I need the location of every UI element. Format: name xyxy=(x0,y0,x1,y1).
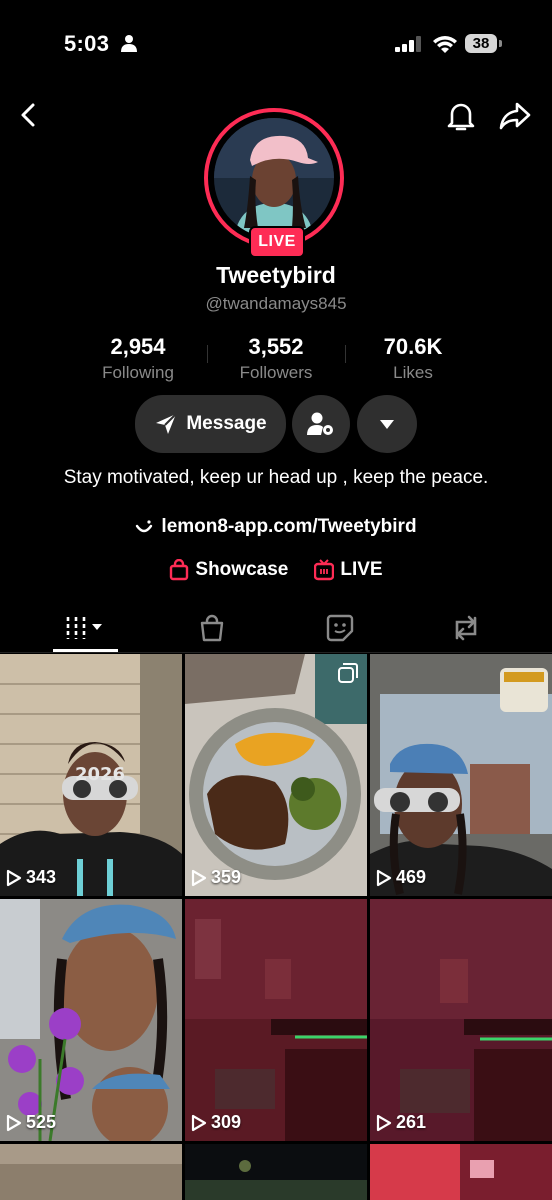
person-gear-icon xyxy=(307,412,333,435)
stat-label: Following xyxy=(102,363,174,382)
tab-shop[interactable] xyxy=(143,606,281,650)
video-tile[interactable]: 469 xyxy=(370,654,552,896)
tab-reposts[interactable] xyxy=(397,606,535,650)
multi-photo-icon xyxy=(338,663,358,683)
tab-videos[interactable] xyxy=(17,606,155,650)
view-count-text: 309 xyxy=(211,1112,242,1132)
stat-label: Followers xyxy=(239,363,313,382)
view-count: 469 xyxy=(376,867,426,888)
stat-value: 3,552 xyxy=(248,334,304,359)
video-tile[interactable]: 359 xyxy=(185,654,367,896)
stat-likes[interactable]: 70.6K Likes xyxy=(343,334,483,383)
video-tile[interactable]: 2026 343 xyxy=(0,654,182,896)
share-arrow-icon xyxy=(499,102,531,130)
repost-icon xyxy=(455,615,477,641)
video-tile[interactable] xyxy=(0,1144,182,1200)
showcase-chip[interactable]: Showcase xyxy=(169,559,288,581)
video-tile[interactable]: 525 xyxy=(0,899,182,1141)
live-badge[interactable]: LIVE xyxy=(249,226,305,258)
view-count-text: 525 xyxy=(26,1112,57,1132)
share-button[interactable] xyxy=(498,99,532,133)
more-options-button[interactable] xyxy=(357,395,417,453)
message-label: Message xyxy=(186,413,267,434)
status-time: 5:03 xyxy=(64,31,110,56)
bio-text: Stay motivated, keep ur head up , keep t… xyxy=(63,467,489,488)
friend-settings-button[interactable] xyxy=(292,395,350,453)
play-icon xyxy=(6,1114,22,1131)
display-name: Tweetybird xyxy=(216,262,336,288)
message-button[interactable]: Message xyxy=(135,395,286,453)
view-count-text: 261 xyxy=(396,1112,427,1132)
video-tile[interactable]: 309 xyxy=(185,899,367,1141)
view-count: 309 xyxy=(191,1112,241,1133)
avatar[interactable] xyxy=(214,118,334,238)
person-icon xyxy=(121,35,137,52)
shopping-bag-icon xyxy=(200,614,224,642)
view-count: 261 xyxy=(376,1112,426,1133)
profile-link[interactable]: lemon8-app.com/Tweetybird xyxy=(0,516,552,538)
play-icon xyxy=(376,1114,392,1131)
video-tile[interactable] xyxy=(185,1144,367,1200)
profile-link-text: lemon8-app.com/Tweetybird xyxy=(161,516,417,537)
bell-icon xyxy=(447,103,475,131)
stat-followers[interactable]: 3,552 Followers xyxy=(206,334,346,383)
stat-label: Likes xyxy=(393,363,433,382)
view-count-text: 343 xyxy=(26,867,57,887)
chevron-left-icon xyxy=(21,103,35,127)
shopping-bag-icon xyxy=(170,559,189,581)
send-icon xyxy=(156,413,178,434)
view-count: 359 xyxy=(191,867,241,888)
play-icon xyxy=(376,869,392,886)
videos-grid-icon xyxy=(66,617,102,639)
play-icon xyxy=(6,869,22,886)
tab-favorites[interactable] xyxy=(271,606,409,650)
notifications-button[interactable] xyxy=(444,99,478,133)
live-label: LIVE xyxy=(340,559,383,580)
smile-link-icon xyxy=(136,520,153,533)
view-count: 525 xyxy=(6,1112,56,1133)
play-icon xyxy=(191,869,207,886)
video-tile[interactable]: 261 xyxy=(370,899,552,1141)
battery-level: 38 xyxy=(465,34,497,53)
username: @twandamays845 xyxy=(205,294,347,313)
profile-chips: Showcase LIVE xyxy=(0,559,552,581)
caret-down-icon xyxy=(380,419,394,429)
live-chip[interactable]: LIVE xyxy=(314,559,383,581)
view-count: 343 xyxy=(6,867,56,888)
battery-icon: 38 xyxy=(465,34,503,54)
stat-value: 2,954 xyxy=(110,334,166,359)
stat-value: 70.6K xyxy=(383,334,443,359)
tab-divider xyxy=(0,652,552,653)
favorites-sticker-icon xyxy=(326,614,354,642)
tv-icon xyxy=(314,559,335,581)
wifi-icon xyxy=(433,36,457,53)
signal-icon xyxy=(395,36,421,52)
view-count-text: 469 xyxy=(396,867,427,887)
showcase-label: Showcase xyxy=(195,559,289,580)
stat-following[interactable]: 2,954 Following xyxy=(68,334,208,383)
back-button[interactable] xyxy=(12,98,46,132)
view-count-text: 359 xyxy=(211,867,242,887)
play-icon xyxy=(191,1114,207,1131)
video-tile[interactable] xyxy=(370,1144,552,1200)
